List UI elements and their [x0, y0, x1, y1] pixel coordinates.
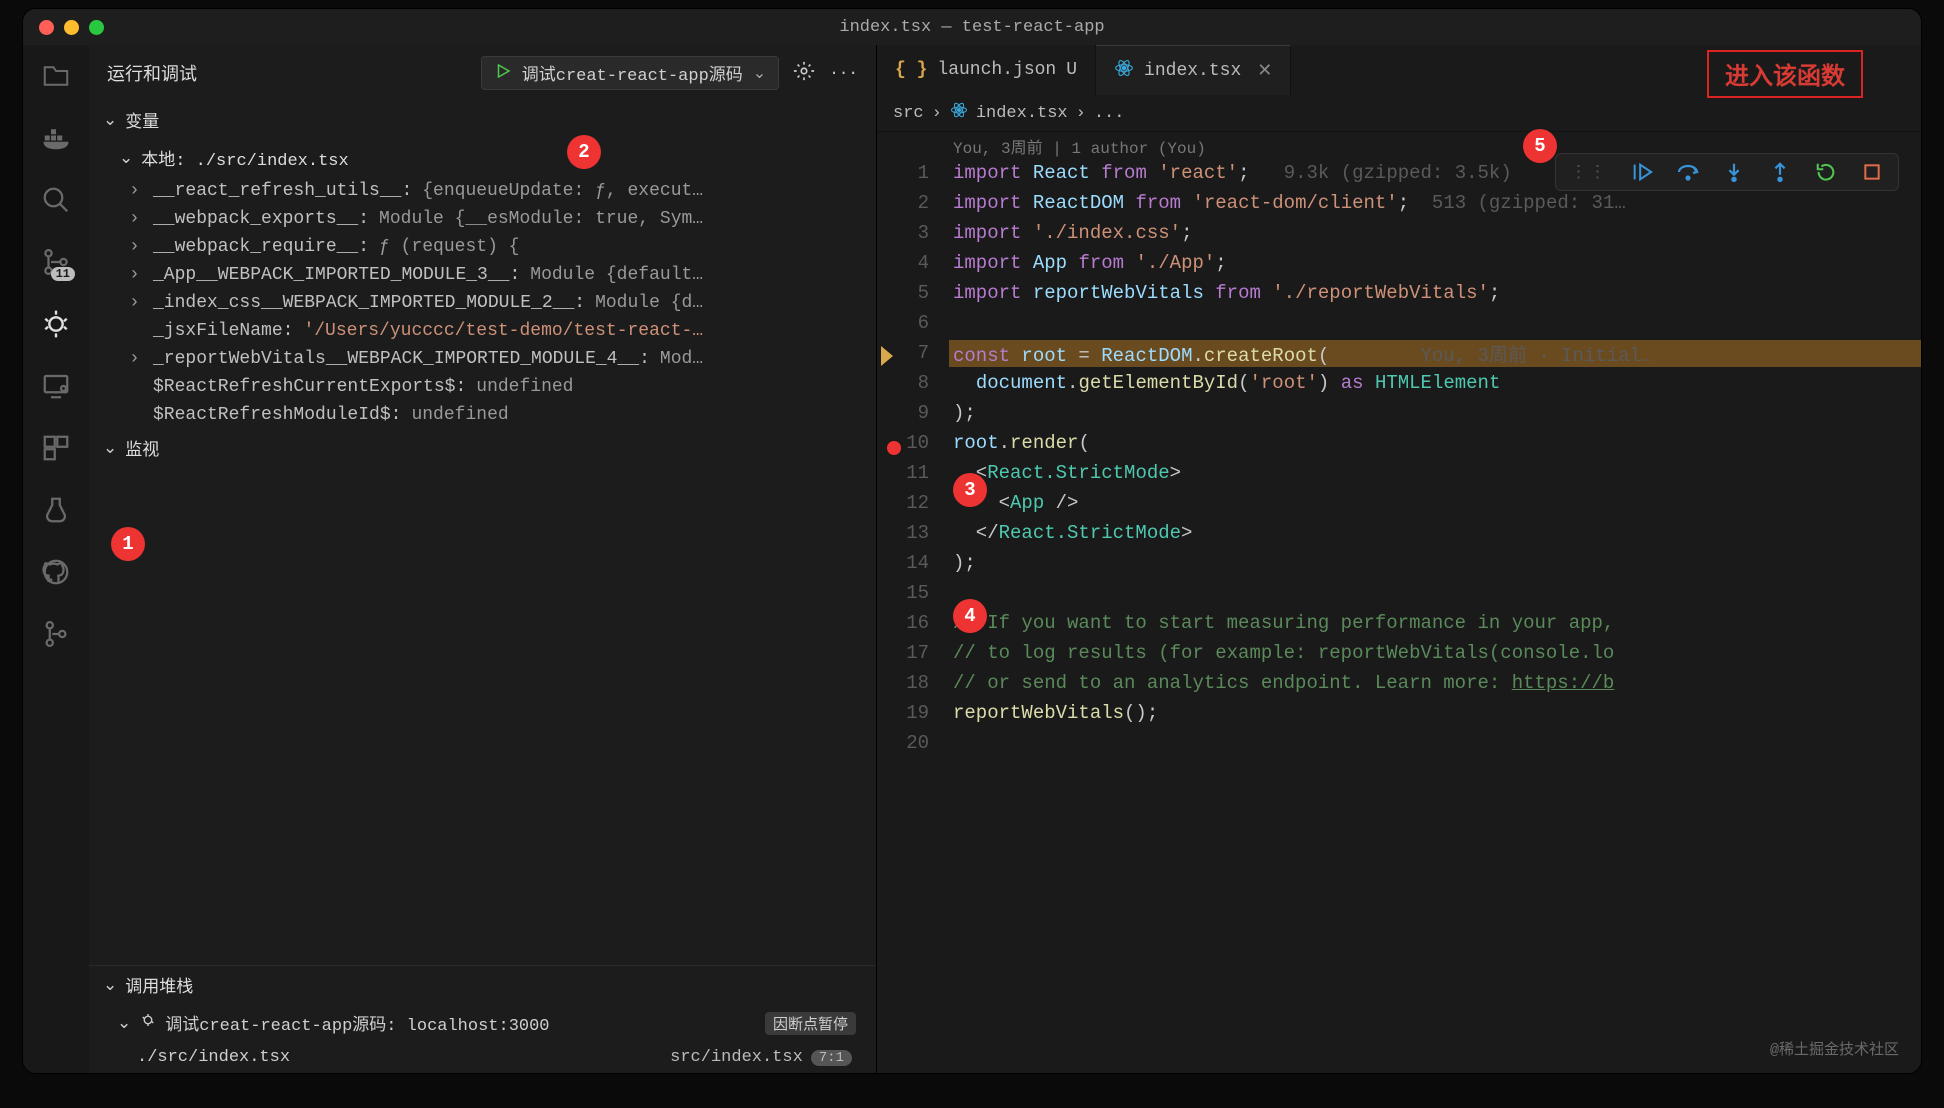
annotation-5: 5	[1523, 129, 1557, 163]
close-icon[interactable]: ✕	[1257, 60, 1272, 82]
stack-thread[interactable]: ⌄ 调试creat-react-app源码: localhost:3000 因断…	[89, 1004, 876, 1042]
scm-badge: 11	[51, 267, 75, 281]
tab-index-tsx[interactable]: index.tsx ✕	[1096, 45, 1291, 95]
crumb-src: src	[893, 104, 924, 123]
minimize-window[interactable]	[64, 20, 79, 35]
debug-title: 运行和调试	[107, 60, 197, 86]
annotation-2: 2	[567, 135, 601, 169]
tab-launch-json[interactable]: { } launch.json U	[877, 45, 1096, 95]
frame-file: src/index.tsx	[670, 1048, 803, 1067]
explorer-icon[interactable]	[39, 59, 73, 93]
remote-icon[interactable]	[39, 369, 73, 403]
debug-config-label: 调试creat-react-app源码	[522, 60, 743, 86]
watch-label: 监视	[125, 435, 159, 461]
frame-pos: 7:1	[811, 1050, 852, 1066]
editor-tabs: { } launch.json U index.tsx ✕ 进入该函数	[877, 45, 1921, 95]
more-icon[interactable]: ···	[829, 64, 858, 82]
annotation-1: 1	[111, 527, 145, 561]
window-title: index.tsx — test-react-app	[839, 18, 1104, 37]
tab-label: launch.json	[937, 60, 1056, 80]
git-graph-icon[interactable]	[39, 617, 73, 651]
variables-section[interactable]: ⌄ 变量	[89, 101, 876, 139]
close-window[interactable]	[39, 20, 54, 35]
modified-badge: U	[1066, 60, 1077, 80]
testing-icon[interactable]	[39, 493, 73, 527]
paused-badge: 因断点暂停	[765, 1012, 856, 1035]
local-scope-label: 本地: ./src/index.tsx	[141, 145, 348, 171]
variable-row[interactable]: ›__react_refresh_utils__: {enqueueUpdate…	[119, 177, 876, 205]
annotation-label: 进入该函数	[1707, 50, 1863, 98]
start-debug-icon[interactable]	[494, 62, 512, 85]
stack-frame[interactable]: ./src/index.tsx src/index.tsx 7:1	[89, 1042, 876, 1073]
variables-tree: ›__react_refresh_utils__: {enqueueUpdate…	[89, 177, 876, 429]
breadcrumb[interactable]: src › index.tsx › ... ⋮⋮	[877, 95, 1921, 132]
react-icon	[950, 101, 968, 125]
tab-label: index.tsx	[1144, 61, 1241, 81]
variable-row[interactable]: $ReactRefreshCurrentExports$: undefined	[119, 373, 876, 401]
callstack-section: ⌄ 调用堆栈 ⌄ 调试creat-react-app源码: localhost:…	[89, 965, 876, 1073]
code-area[interactable]: You, 3周前 | 1 author (You) 1import React …	[877, 132, 1921, 1073]
chevron-down-icon: ⌄	[103, 110, 117, 131]
stack-thread-label: 调试creat-react-app源码: localhost:3000	[165, 1010, 549, 1036]
callstack-label: 调用堆栈	[125, 972, 193, 998]
titlebar: index.tsx — test-react-app	[23, 9, 1921, 45]
json-icon: { }	[895, 60, 927, 80]
local-scope[interactable]: ⌄ 本地: ./src/index.tsx	[89, 139, 876, 177]
variable-row[interactable]: ›_index_css__WEBPACK_IMPORTED_MODULE_2__…	[119, 289, 876, 317]
crumb-file: index.tsx	[976, 104, 1068, 123]
chevron-right-icon: ›	[932, 104, 942, 123]
editor: { } launch.json U index.tsx ✕ 进入该函数 src …	[877, 45, 1921, 1073]
gear-icon[interactable]	[793, 60, 815, 87]
variable-row[interactable]: ›_reportWebVitals__WEBPACK_IMPORTED_MODU…	[119, 345, 876, 373]
variables-label: 变量	[125, 107, 159, 133]
debug-icon[interactable]	[39, 307, 73, 341]
chevron-down-icon: ⌄	[119, 148, 133, 169]
zoom-window[interactable]	[89, 20, 104, 35]
search-icon[interactable]	[39, 183, 73, 217]
variable-row[interactable]: _jsxFileName: '/Users/yucccc/test-demo/t…	[119, 317, 876, 345]
debug-sidebar: 运行和调试 调试creat-react-app源码 ⌄ ··· ⌄ 变量	[89, 45, 877, 1073]
activity-bar: 11	[23, 45, 89, 1073]
source-control-icon[interactable]: 11	[39, 245, 73, 279]
frame-name: ./src/index.tsx	[137, 1048, 290, 1067]
extensions-icon[interactable]	[39, 431, 73, 465]
annotation-4: 4	[953, 599, 987, 633]
variable-row[interactable]: $ReactRefreshModuleId$: undefined	[119, 401, 876, 429]
crumb-more: ...	[1094, 104, 1125, 123]
chevron-down-icon: ⌄	[753, 63, 766, 83]
variable-row[interactable]: ›__webpack_require__: ƒ (request) {	[119, 233, 876, 261]
chevron-down-icon: ⌄	[117, 1013, 131, 1034]
callstack-header[interactable]: ⌄ 调用堆栈	[89, 966, 876, 1004]
variable-row[interactable]: ›_App__WEBPACK_IMPORTED_MODULE_3__: Modu…	[119, 261, 876, 289]
chevron-right-icon: ›	[1076, 104, 1086, 123]
variable-row[interactable]: ›__webpack_exports__: Module {__esModule…	[119, 205, 876, 233]
annotation-3: 3	[953, 473, 987, 507]
chevron-down-icon: ⌄	[103, 975, 117, 996]
window-controls	[39, 20, 104, 35]
react-icon	[1114, 58, 1134, 84]
docker-icon[interactable]	[39, 121, 73, 155]
watermark: @稀土掘金技术社区	[1770, 1038, 1899, 1059]
watch-section[interactable]: ⌄ 监视	[89, 429, 876, 467]
chevron-down-icon: ⌄	[103, 438, 117, 459]
bug-icon	[139, 1011, 157, 1035]
debug-header: 运行和调试 调试creat-react-app源码 ⌄ ···	[89, 45, 876, 101]
github-icon[interactable]	[39, 555, 73, 589]
debug-config-selector[interactable]: 调试creat-react-app源码 ⌄	[481, 56, 779, 90]
